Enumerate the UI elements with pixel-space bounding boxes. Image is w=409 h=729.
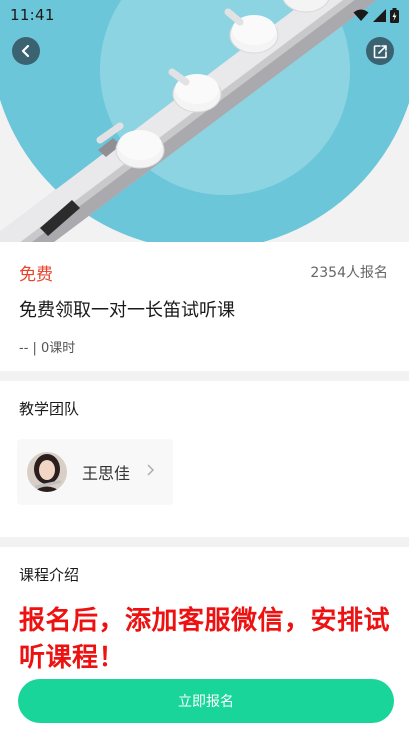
- status-time: 11:41: [10, 6, 55, 24]
- share-button[interactable]: [366, 37, 394, 65]
- battery-icon: [390, 7, 399, 23]
- teacher-name: 王思佳: [82, 464, 131, 483]
- course-detail-screen: 11:41 免费 2354人报名 免费领取一对一长笛试听课 -- | 0课时 教…: [0, 0, 409, 729]
- wifi-icon: [353, 9, 369, 21]
- intro-text: 报名后，添加客服微信，安排试听课程！: [19, 606, 391, 673]
- enroll-count: 2354人报名: [310, 265, 388, 281]
- intro-heading: 课程介绍: [19, 566, 80, 584]
- back-button[interactable]: [12, 37, 40, 65]
- signup-button[interactable]: 立即报名: [18, 679, 394, 723]
- teacher-item[interactable]: 王思佳: [17, 439, 173, 505]
- avatar: [27, 452, 67, 492]
- flute-illustration: [0, 0, 409, 242]
- course-title: 免费领取一对一长笛试听课: [19, 300, 235, 321]
- status-icons: [353, 7, 399, 23]
- team-heading: 教学团队: [19, 400, 80, 418]
- status-bar: 11:41: [0, 0, 409, 30]
- price-label: 免费: [19, 265, 53, 285]
- back-arrow-icon: [21, 44, 30, 58]
- signal-icon: [373, 8, 386, 22]
- hero-image: [0, 0, 409, 242]
- course-info-card: 免费 2354人报名 免费领取一对一长笛试听课 -- | 0课时: [0, 242, 409, 371]
- chevron-right-icon: [146, 464, 155, 480]
- teaching-team-card: 教学团队 王思佳: [0, 381, 409, 537]
- teacher-photo: [27, 452, 67, 492]
- course-meta: -- | 0课时: [19, 341, 76, 356]
- share-icon: [373, 44, 387, 58]
